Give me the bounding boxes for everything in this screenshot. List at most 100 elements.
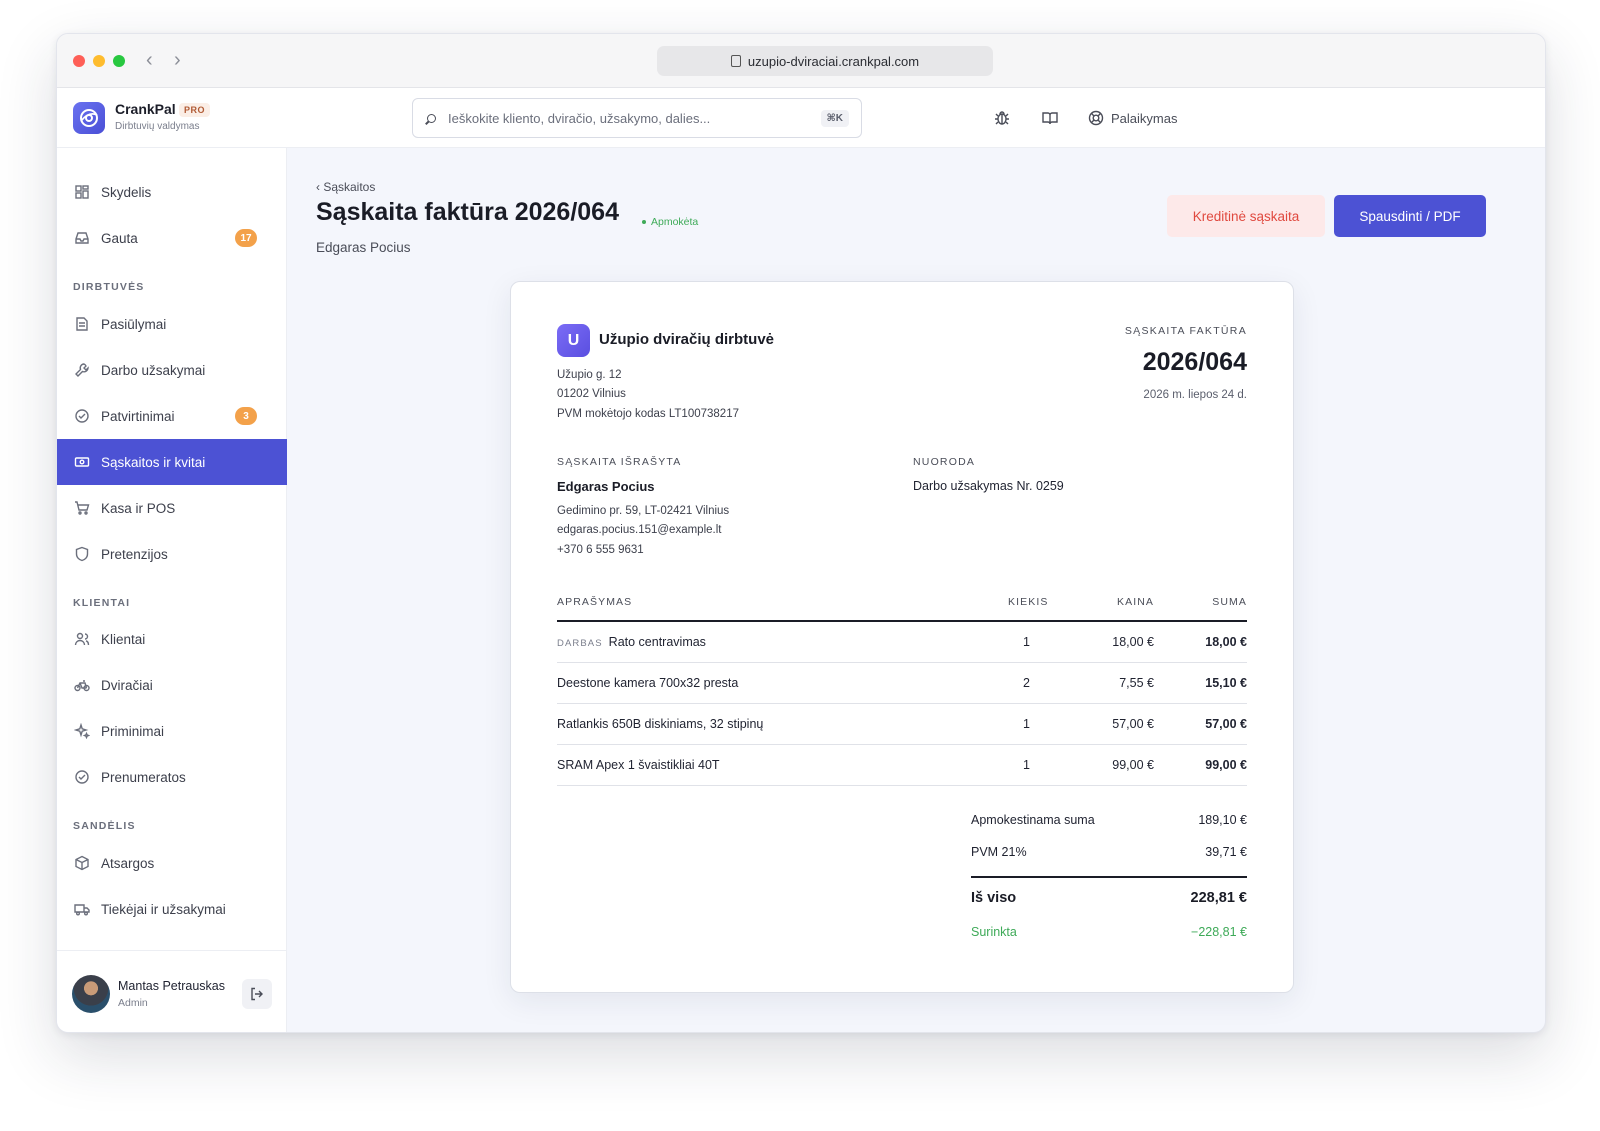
line-description: Ratlankis 650B diskiniams, 32 stipinų [557, 717, 764, 731]
row-divider [557, 662, 1247, 663]
sidebar-item-label: Klientai [101, 631, 146, 647]
company-address-line: 01202 Vilnius [557, 388, 626, 400]
sidebar-item-claims[interactable]: Pretenzijos [57, 531, 287, 577]
logout-button[interactable] [242, 979, 272, 1009]
company-address-line: Užupio g. 12 [557, 369, 622, 381]
sidebar-item-label: Skydelis [101, 184, 152, 200]
sidebar-item-approvals[interactable]: Patvirtinimai 3 [57, 393, 287, 439]
reference-value: Darbo užsakymas Nr. 0259 [913, 479, 1064, 493]
maximize-window-button[interactable] [113, 55, 125, 67]
main-content: ‹ Sąskaitos Sąskaita faktūra 2026/064 Ap… [287, 148, 1545, 1032]
header-actions: Palaikymas [992, 108, 1177, 128]
search-icon [427, 113, 436, 123]
collected-value: −228,81 € [1191, 925, 1247, 939]
sidebar-item-suppliers[interactable]: Tiekėjai ir užsakymai [57, 886, 287, 932]
sidebar-item-dashboard[interactable]: Skydelis [57, 169, 287, 215]
docs-book-icon[interactable] [1040, 108, 1060, 128]
sidebar-item-label: Dviračiai [101, 677, 153, 693]
vat-value: 39,71 € [1205, 845, 1247, 859]
sidebar-item-pos[interactable]: Kasa ir POS [57, 485, 287, 531]
row-divider [557, 744, 1247, 745]
collected-label: Surinkta [971, 925, 1017, 939]
status-label: Apmokėta [651, 216, 699, 228]
bug-report-icon[interactable] [992, 108, 1012, 128]
status-dot-icon [642, 220, 646, 224]
support-link[interactable]: Palaikymas [1088, 110, 1177, 126]
line-type-tag: DARBAS [557, 638, 603, 649]
line-total: 99,00 € [1205, 758, 1247, 772]
sidebar-item-label: Priminimai [101, 723, 165, 739]
bill-to-email: edgaras.pocius.151@example.lt [557, 524, 722, 536]
sidebar-item-work-orders[interactable]: Darbo užsakymai [57, 347, 287, 393]
truck-icon [73, 900, 91, 918]
line-qty: 1 [1023, 635, 1030, 649]
line-price: 99,00 € [1112, 758, 1154, 772]
invoice-date: 2026 m. liepos 24 d. [1143, 389, 1247, 401]
bill-to-label: SĄSKAITA IŠRAŠYTA [557, 456, 682, 468]
app-subtitle: Dirbtuvių valdymas [115, 121, 200, 132]
reference-label: NUORODA [913, 456, 976, 468]
document-icon [73, 315, 91, 333]
line-qty: 1 [1023, 717, 1030, 731]
avatar[interactable] [72, 975, 110, 1013]
lifebuoy-icon [1088, 110, 1104, 126]
sidebar-item-inbox[interactable]: Gauta 17 [57, 215, 287, 261]
company-vat-code: PVM mokėtojo kodas LT100738217 [557, 408, 739, 420]
sidebar-item-label: Sąskaitos ir kvitai [101, 454, 206, 470]
browser-window: ‹ › uzupio-dviraciai.crankpal.com CrankP… [56, 33, 1546, 1033]
taxable-amount-value: 189,10 € [1198, 813, 1247, 827]
sidebar-item-stock[interactable]: Atsargos [57, 840, 287, 886]
forward-arrow-icon[interactable]: › [174, 48, 181, 72]
table-header-rule [557, 620, 1247, 622]
sidebar-item-invoices[interactable]: Sąskaitos ir kvitai [57, 439, 287, 485]
column-header-total: SUMA [1212, 596, 1247, 608]
close-window-button[interactable] [73, 55, 85, 67]
sidebar-item-label: Pretenzijos [101, 546, 168, 562]
invoice-document: U Užupio dviračių dirbtuvė Užupio g. 12 … [510, 281, 1294, 993]
sidebar-item-quotes[interactable]: Pasiūlymai [57, 301, 287, 347]
back-arrow-icon[interactable]: ‹ [146, 48, 153, 72]
line-price: 18,00 € [1112, 635, 1154, 649]
grand-total-value: 228,81 € [1190, 890, 1247, 906]
current-user: Mantas Petrauskas Admin [57, 950, 287, 1032]
support-label: Palaikymas [1111, 110, 1178, 126]
plan-badge: PRO [179, 103, 211, 117]
app-name: CrankPal [115, 101, 176, 117]
box-icon [73, 854, 91, 872]
address-bar[interactable]: uzupio-dviraciai.crankpal.com [657, 46, 993, 76]
print-pdf-button[interactable]: Spausdinti / PDF [1334, 195, 1486, 237]
sidebar-item-label: Pasiūlymai [101, 316, 167, 332]
sidebar-item-clients[interactable]: Klientai [57, 616, 287, 662]
status-badge: Apmokėta [642, 216, 698, 228]
app-header: CrankPal PRO Dirbtuvių valdymas Ieškokit… [57, 88, 1545, 148]
line-total: 15,10 € [1205, 676, 1247, 690]
cart-icon [73, 499, 91, 517]
minimize-window-button[interactable] [93, 55, 105, 67]
global-search[interactable]: Ieškokite kliento, dviračio, užsakymo, d… [412, 98, 862, 138]
grid-icon [73, 183, 91, 201]
sidebar-item-subscriptions[interactable]: Prenumeratos [57, 754, 287, 800]
sidebar-item-bikes[interactable]: Dviračiai [57, 662, 287, 708]
column-header-qty: KIEKIS [1008, 596, 1049, 608]
logout-icon [251, 987, 263, 1001]
crankpal-logo-icon[interactable] [73, 102, 105, 134]
page-title: Sąskaita faktūra 2026/064 [316, 198, 619, 226]
search-input[interactable]: Ieškokite kliento, dviračio, užsakymo, d… [448, 111, 821, 126]
sidebar-item-reminders[interactable]: Priminimai [57, 708, 287, 754]
breadcrumb[interactable]: ‹ Sąskaitos [316, 180, 375, 194]
row-divider [557, 703, 1247, 704]
grand-total-label: Iš viso [971, 890, 1017, 906]
check-circle-icon [73, 407, 91, 425]
column-header-description: APRAŠYMAS [557, 596, 633, 608]
inbox-count-badge: 17 [235, 229, 257, 247]
line-qty: 1 [1023, 758, 1030, 772]
credit-note-button[interactable]: Kreditinė sąskaita [1167, 195, 1325, 237]
search-shortcut-hint: ⌘K [820, 109, 849, 127]
taxable-amount-label: Apmokestinama suma [971, 813, 1095, 827]
line-description: DARBAS Rato centravimas [557, 635, 706, 649]
row-divider [557, 785, 1247, 786]
bill-to-phone: +370 6 555 9631 [557, 544, 644, 556]
user-role: Admin [118, 997, 148, 1009]
wrench-icon [73, 361, 91, 379]
inbox-icon [73, 229, 91, 247]
